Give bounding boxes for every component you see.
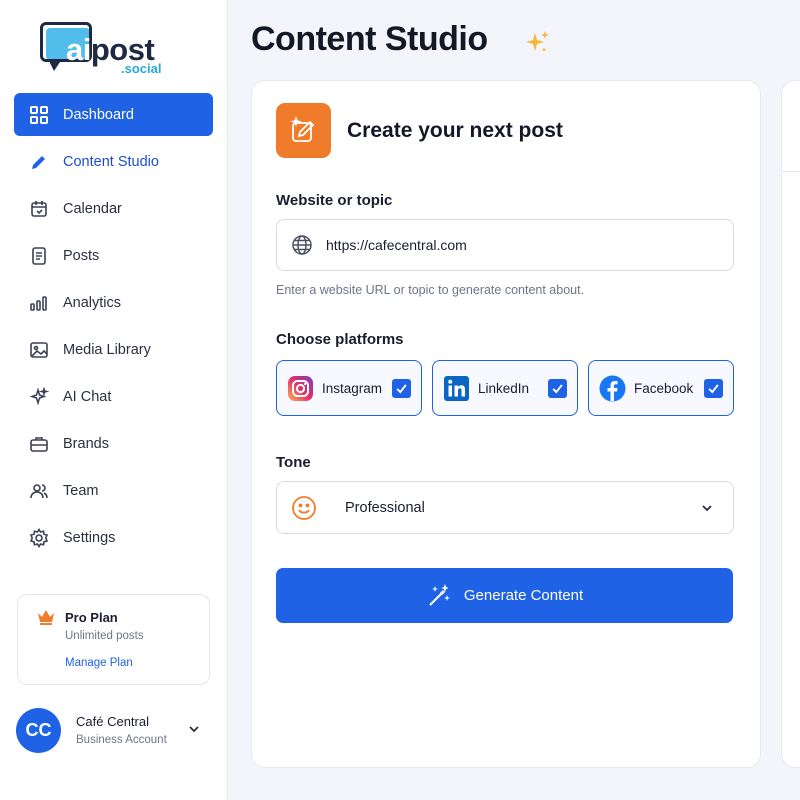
tone-select[interactable]: Professional [276,481,734,534]
sidebar-item-posts[interactable]: Posts [14,234,213,277]
sidebar: aipost .social Dashboard Content Studio … [0,0,228,800]
sidebar-item-ai-chat[interactable]: AI Chat [14,375,213,418]
sidebar-item-label: AI Chat [63,388,112,405]
card-title: Create your next post [347,119,563,142]
sidebar-item-team[interactable]: Team [14,469,213,512]
generate-content-button[interactable]: Generate Content [276,568,733,623]
sidebar-nav: Dashboard Content Studio Calendar Posts … [14,93,213,563]
account-name: Café Central [76,714,149,729]
instagram-icon [287,375,314,402]
facebook-icon [599,375,626,402]
calendar-icon [28,198,50,220]
plan-card: Pro Plan Unlimited posts Manage Plan [17,594,210,685]
platform-label: Facebook [634,380,694,396]
image-icon [28,339,50,361]
platform-instagram[interactable]: Instagram [276,360,422,416]
sparkle-icon [522,28,552,58]
platform-facebook[interactable]: Facebook [588,360,734,416]
platform-label: Instagram [322,380,383,396]
sidebar-item-label: Media Library [63,341,151,358]
platform-linkedin[interactable]: LinkedIn [432,360,578,416]
gear-icon [28,527,50,549]
globe-icon [290,233,314,257]
team-icon [28,480,50,502]
preview-panel [781,80,800,768]
sidebar-item-label: Calendar [63,200,122,217]
website-input[interactable]: https://cafecentral.com [276,219,734,271]
chevron-down-icon[interactable] [186,721,202,737]
sidebar-item-calendar[interactable]: Calendar [14,187,213,230]
sparkle-icon [28,386,50,408]
avatar: CC [16,708,61,753]
sidebar-item-content-studio[interactable]: Content Studio [14,140,213,183]
generate-button-label: Generate Content [463,587,584,604]
sidebar-item-label: Content Studio [63,153,159,170]
edit-sparkle-icon [276,103,331,158]
sidebar-item-media-library[interactable]: Media Library [14,328,213,371]
tone-label: Tone [276,454,311,471]
website-label: Website or topic [276,192,393,209]
account-switcher[interactable]: CC Café Central Business Account [16,708,212,756]
divider [782,171,800,172]
briefcase-icon [28,433,50,455]
magic-wand-icon [426,583,452,609]
create-post-card: Create your next post Website or topic h… [251,80,761,768]
aipost-logo[interactable]: aipost .social [38,18,178,78]
document-icon [28,245,50,267]
sidebar-item-settings[interactable]: Settings [14,516,213,559]
checkbox-checked[interactable] [704,378,723,398]
sidebar-item-label: Settings [63,529,116,546]
bar-chart-icon [28,292,50,314]
tone-value: Professional [345,499,425,516]
grid-icon [28,104,50,126]
sidebar-item-label: Dashboard [63,106,134,123]
chevron-down-icon [699,500,715,516]
sidebar-item-dashboard[interactable]: Dashboard [14,93,213,136]
checkbox-checked[interactable] [548,378,567,398]
linkedin-icon [443,375,470,402]
page-title: Content Studio [251,20,488,58]
platform-label: LinkedIn [478,380,530,396]
sidebar-item-label: Brands [63,435,109,452]
sidebar-item-label: Analytics [63,294,122,311]
website-hint: Enter a website URL or topic to generate… [276,283,585,297]
manage-plan-link[interactable]: Manage Plan [65,657,133,669]
crown-icon [36,607,56,627]
account-type: Business Account [76,734,167,746]
sidebar-item-label: Posts [63,247,100,264]
plan-description: Unlimited posts [65,630,144,642]
sidebar-item-brands[interactable]: Brands [14,422,213,465]
pencil-icon [28,151,50,173]
website-input-value: https://cafecentral.com [326,237,467,253]
checkbox-checked[interactable] [392,378,411,398]
sidebar-item-label: Team [63,482,99,499]
sidebar-item-analytics[interactable]: Analytics [14,281,213,324]
plan-title: Pro Plan [65,610,118,625]
platforms-label: Choose platforms [276,331,404,348]
smile-icon [290,494,318,522]
